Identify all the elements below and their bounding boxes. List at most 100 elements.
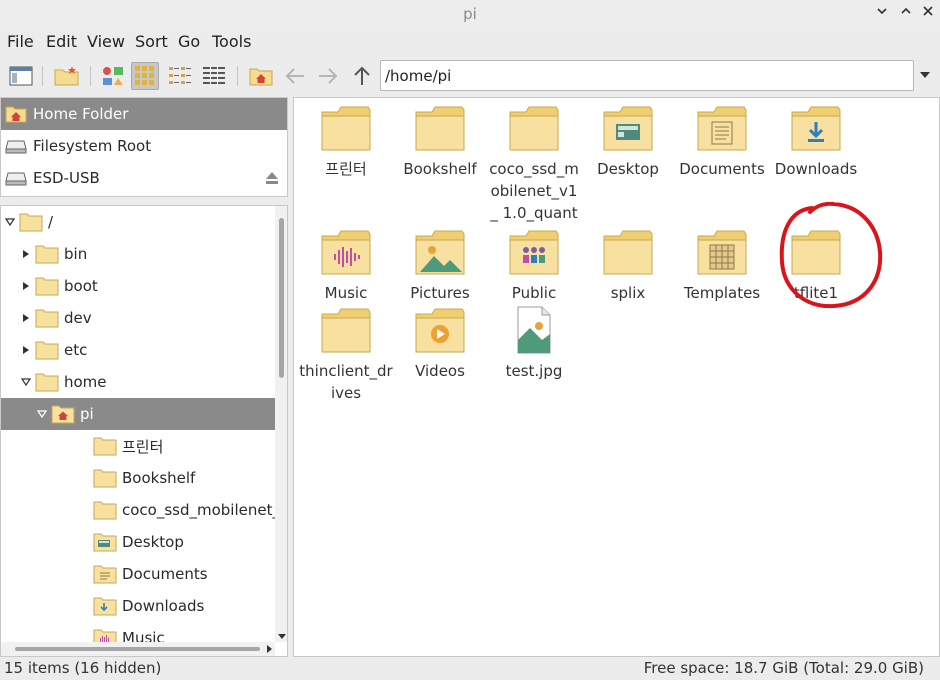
folder-icon xyxy=(93,436,117,456)
file-name: Bookshelf xyxy=(403,160,477,178)
new-folder-icon xyxy=(54,66,79,86)
file-item[interactable]: splix xyxy=(581,228,675,304)
thumbnail-view-button[interactable] xyxy=(99,62,127,90)
tree-item-label: dev xyxy=(64,309,92,327)
file-icon-view[interactable]: 프린터 Bookshelf coco_ssd_m obilenet_v1_ 1.0_… xyxy=(293,97,940,657)
menu-go[interactable]: Go xyxy=(178,32,200,51)
tree-item[interactable]: Desktop xyxy=(1,526,275,558)
scrollbar-thumb[interactable] xyxy=(15,647,260,651)
icon-view-button[interactable] xyxy=(131,62,159,90)
tree-item[interactable]: bin xyxy=(1,238,275,270)
tree-item[interactable]: Downloads xyxy=(1,590,275,622)
path-history-dropdown[interactable] xyxy=(918,68,932,82)
file-item[interactable]: Bookshelf xyxy=(393,104,487,180)
place-filesystem-root[interactable]: Filesystem Root xyxy=(1,130,287,162)
thumbnail-view-icon xyxy=(103,67,123,85)
tree-vertical-scrollbar[interactable] xyxy=(275,206,287,642)
place-home-folder[interactable]: Home Folder xyxy=(1,98,287,130)
eject-icon[interactable] xyxy=(265,170,279,186)
file-item[interactable]: thinclient_dr ives xyxy=(299,306,393,404)
title-bar: pi xyxy=(0,0,940,28)
arrow-left-icon xyxy=(285,68,304,84)
compact-view-button[interactable] xyxy=(166,62,194,90)
folder-icon xyxy=(93,468,117,488)
tree-item[interactable]: 프린터 xyxy=(1,430,275,462)
tree-item[interactable]: home xyxy=(1,366,275,398)
scroll-right-icon[interactable] xyxy=(265,644,273,654)
forward-button[interactable] xyxy=(314,62,342,90)
menu-tools[interactable]: Tools xyxy=(212,32,251,51)
expand-right-icon[interactable] xyxy=(21,249,31,259)
tree-item-label: / xyxy=(48,213,54,231)
minimize-button[interactable] xyxy=(872,4,892,24)
menu-edit[interactable]: Edit xyxy=(46,32,77,51)
tree-item-label: etc xyxy=(64,341,88,359)
folder-icon xyxy=(93,532,117,552)
folder-icon xyxy=(35,244,59,264)
arrow-right-icon xyxy=(319,68,338,84)
tree-item[interactable]: Bookshelf xyxy=(1,462,275,494)
tree-item[interactable]: Documents xyxy=(1,558,275,590)
tree-item[interactable]: coco_ssd_mobilenet_v1_1 xyxy=(1,494,275,526)
expand-right-icon[interactable] xyxy=(21,345,31,355)
tree-item[interactable]: etc xyxy=(1,334,275,366)
templates-folder-icon xyxy=(675,228,769,276)
tree-item-label: 프린터 xyxy=(122,437,164,456)
expand-right-icon[interactable] xyxy=(21,313,31,323)
path-bar[interactable] xyxy=(380,60,914,91)
menu-sort[interactable]: Sort xyxy=(135,32,168,51)
file-item[interactable]: Videos xyxy=(393,306,487,382)
pictures-folder-icon xyxy=(393,228,487,276)
menu-view[interactable]: View xyxy=(87,32,125,51)
folder-icon xyxy=(35,308,59,328)
menu-file[interactable]: File xyxy=(7,32,34,51)
documents-folder-icon xyxy=(675,104,769,152)
path-input[interactable] xyxy=(381,61,913,90)
toolbar-separator xyxy=(42,66,43,86)
scroll-down-icon[interactable] xyxy=(277,632,287,640)
file-item[interactable]: Templates xyxy=(675,228,769,304)
tree-item[interactable]: dev xyxy=(1,302,275,334)
compact-view-icon xyxy=(169,67,191,84)
file-item[interactable]: Documents xyxy=(675,104,769,180)
expand-down-icon[interactable] xyxy=(21,377,31,387)
place-label: Home Folder xyxy=(33,105,129,123)
tree-item[interactable]: pi xyxy=(1,398,275,430)
new-window-button[interactable] xyxy=(7,62,35,90)
maximize-button[interactable] xyxy=(896,4,916,24)
folder-icon xyxy=(93,596,117,616)
file-item[interactable]: test.jpg xyxy=(487,306,581,382)
folder-icon xyxy=(581,228,675,276)
place-label: Filesystem Root xyxy=(33,137,152,155)
tree-item[interactable]: boot xyxy=(1,270,275,302)
file-item[interactable]: Desktop xyxy=(581,104,675,180)
file-name: splix xyxy=(610,284,646,302)
home-button[interactable] xyxy=(247,62,275,90)
scrollbar-thumb[interactable] xyxy=(279,218,284,378)
list-view-button[interactable] xyxy=(200,62,228,90)
new-tab-button[interactable] xyxy=(53,62,81,90)
tree-item[interactable]: / xyxy=(1,206,275,238)
file-name: Music xyxy=(324,284,368,302)
file-item[interactable]: Public xyxy=(487,228,581,304)
tree-item-label: Desktop xyxy=(122,533,184,551)
folder-icon xyxy=(35,372,59,392)
back-button[interactable] xyxy=(281,62,309,90)
tree-item-label: home xyxy=(64,373,107,391)
expand-down-icon[interactable] xyxy=(37,409,47,419)
file-name: Public xyxy=(511,284,557,302)
file-item[interactable]: Pictures xyxy=(393,228,487,304)
expand-down-icon[interactable] xyxy=(5,217,15,227)
folder-icon xyxy=(93,564,117,584)
expand-right-icon[interactable] xyxy=(21,281,31,291)
file-item[interactable]: Music xyxy=(299,228,393,304)
file-name: Desktop xyxy=(597,160,659,178)
close-button[interactable] xyxy=(918,4,938,24)
file-item[interactable]: 프린터 xyxy=(299,104,393,180)
place-esd-usb[interactable]: ESD-USB xyxy=(1,162,287,194)
file-item[interactable]: coco_ssd_m obilenet_v1_ 1.0_quant_... xyxy=(487,104,581,246)
file-name: Pictures xyxy=(410,284,470,302)
tree-horizontal-scrollbar[interactable] xyxy=(1,642,275,656)
up-button[interactable] xyxy=(348,62,376,90)
file-item[interactable]: Downloads xyxy=(769,104,863,180)
